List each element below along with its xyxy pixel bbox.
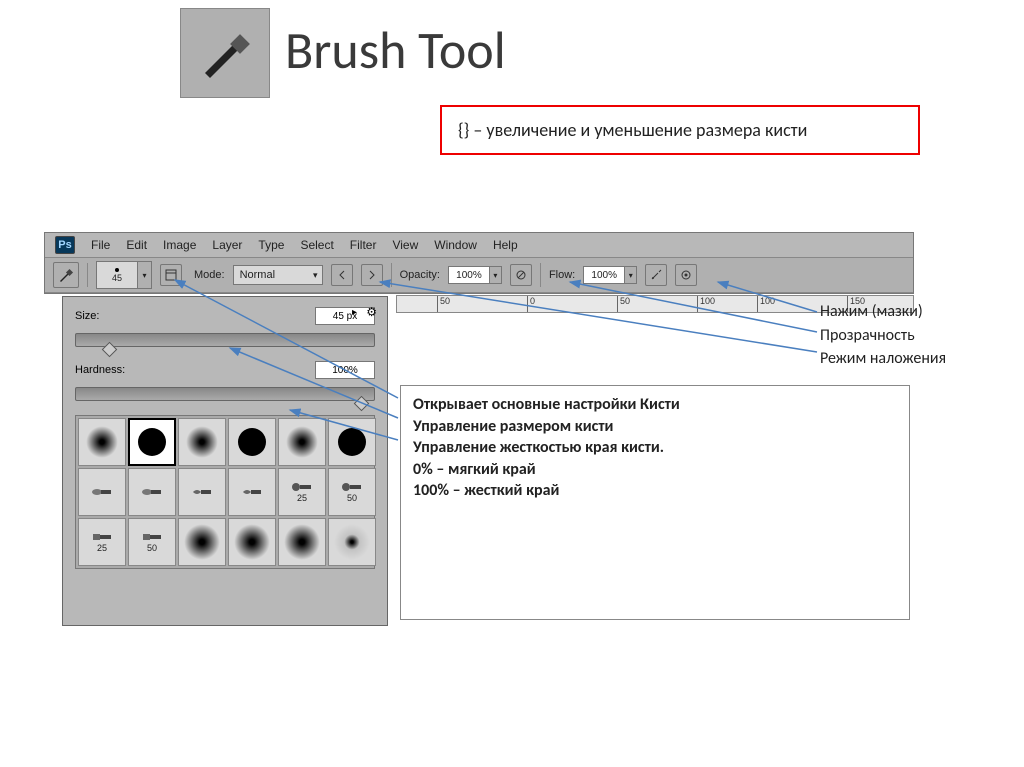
callout-opacity: Прозрачность: [820, 325, 946, 347]
hardness-input[interactable]: 100%: [315, 361, 375, 379]
brush-preset[interactable]: [228, 518, 276, 566]
slider-thumb[interactable]: [354, 396, 370, 412]
opacity-dropdown[interactable]: ▾: [490, 266, 502, 284]
flow-dropdown[interactable]: ▾: [625, 266, 637, 284]
airbrush-icon[interactable]: [645, 264, 667, 286]
brush-preset[interactable]: [128, 468, 176, 516]
brush-preset[interactable]: [328, 518, 376, 566]
slider-thumb[interactable]: [102, 342, 118, 358]
brush-preset[interactable]: [178, 418, 226, 466]
photoshop-window: Ps File Edit Image Layer Type Select Fil…: [44, 232, 914, 294]
ruler-tick: 50: [617, 296, 630, 312]
callout-hard-edge: 100% – жесткий край: [413, 480, 897, 502]
menu-window[interactable]: Window: [434, 238, 477, 252]
menu-select[interactable]: Select: [300, 238, 333, 252]
mode-prev-icon[interactable]: [331, 264, 353, 286]
hardness-slider[interactable]: [75, 387, 375, 401]
mode-label: Mode:: [194, 269, 225, 281]
menu-image[interactable]: Image: [163, 238, 196, 252]
brush-preset[interactable]: [278, 518, 326, 566]
brush-preset-flyout: ▸ ⚙ Size: 45 px Hardness: 100% 25 50 25 …: [62, 296, 388, 626]
menu-filter[interactable]: Filter: [350, 238, 377, 252]
hardness-label: Hardness:: [75, 364, 315, 376]
opacity-label: Opacity:: [400, 269, 440, 281]
preset-grid: 25 50 25 50: [75, 415, 375, 569]
brush-preset[interactable]: [228, 418, 276, 466]
menu-edit[interactable]: Edit: [126, 238, 147, 252]
callout-size-control: Управление размером кисти: [413, 416, 897, 438]
callout-flow: Нажим (мазки): [820, 301, 946, 323]
callout-opens-settings: Открывает основные настройки Кисти: [413, 394, 897, 416]
flyout-arrow-icon[interactable]: ▸: [352, 307, 357, 318]
opacity-input[interactable]: 100%: [448, 266, 490, 284]
divider: [391, 263, 392, 287]
size-pressure-icon[interactable]: [675, 264, 697, 286]
current-tool-icon[interactable]: [53, 262, 79, 288]
flow-label: Flow:: [549, 269, 575, 281]
flow-input[interactable]: 100%: [583, 266, 625, 284]
opacity-pressure-icon[interactable]: [510, 264, 532, 286]
app-logo[interactable]: Ps: [55, 236, 75, 254]
callout-soft-edge: 0% – мягкий край: [413, 459, 897, 481]
mode-next-icon[interactable]: [361, 264, 383, 286]
menu-layer[interactable]: Layer: [212, 238, 242, 252]
brush-tool-large-icon: [180, 8, 270, 98]
brush-preset-picker[interactable]: 45: [96, 261, 138, 289]
preset-label: 50: [347, 493, 357, 503]
callouts-center: Открывает основные настройки Кисти Управ…: [400, 385, 910, 620]
menu-bar: Ps File Edit Image Layer Type Select Fil…: [45, 233, 913, 257]
tip-box-brush-size: {} – увеличение и уменьшение размера кис…: [440, 105, 920, 155]
brush-preset[interactable]: 25: [278, 468, 326, 516]
callout-hardness-control: Управление жесткостью края кисти.: [413, 437, 897, 459]
brush-panel-toggle-icon[interactable]: [160, 264, 182, 286]
ruler-tick: 0: [527, 296, 535, 312]
brush-preset[interactable]: 25: [78, 518, 126, 566]
size-label: Size:: [75, 310, 315, 322]
brush-preset[interactable]: 50: [328, 468, 376, 516]
brush-preset[interactable]: [178, 468, 226, 516]
brush-preset[interactable]: [278, 418, 326, 466]
gear-icon[interactable]: ⚙: [366, 305, 377, 319]
callouts-right: Нажим (мазки) Прозрачность Режим наложен…: [820, 301, 946, 370]
options-bar: 45 ▾ Mode: Normal Opacity: 100% ▾ Flow: …: [45, 257, 913, 293]
brush-preset[interactable]: [78, 418, 126, 466]
menu-file[interactable]: File: [91, 238, 110, 252]
brush-preset[interactable]: [128, 418, 176, 466]
menu-view[interactable]: View: [392, 238, 418, 252]
brush-size-readout: 45: [112, 273, 122, 283]
mode-value: Normal: [240, 269, 275, 281]
menu-type[interactable]: Type: [258, 238, 284, 252]
brush-preset[interactable]: [328, 418, 376, 466]
ruler-tick: 50: [437, 296, 450, 312]
ruler-tick: 100: [757, 296, 775, 312]
brush-preset[interactable]: 50: [128, 518, 176, 566]
ruler-tick: 100: [697, 296, 715, 312]
callout-mode: Режим наложения: [820, 348, 946, 370]
divider: [87, 263, 88, 287]
size-slider[interactable]: [75, 333, 375, 347]
brush-preset[interactable]: [178, 518, 226, 566]
preset-label: 50: [147, 543, 157, 553]
preset-label: 25: [97, 543, 107, 553]
page-title: Brush Tool: [285, 18, 506, 82]
mode-select[interactable]: Normal: [233, 265, 323, 285]
brush-preset[interactable]: [78, 468, 126, 516]
menu-help[interactable]: Help: [493, 238, 518, 252]
preset-label: 25: [297, 493, 307, 503]
divider: [540, 263, 541, 287]
brush-preset-dropdown[interactable]: ▾: [138, 261, 152, 289]
brush-preset[interactable]: [228, 468, 276, 516]
